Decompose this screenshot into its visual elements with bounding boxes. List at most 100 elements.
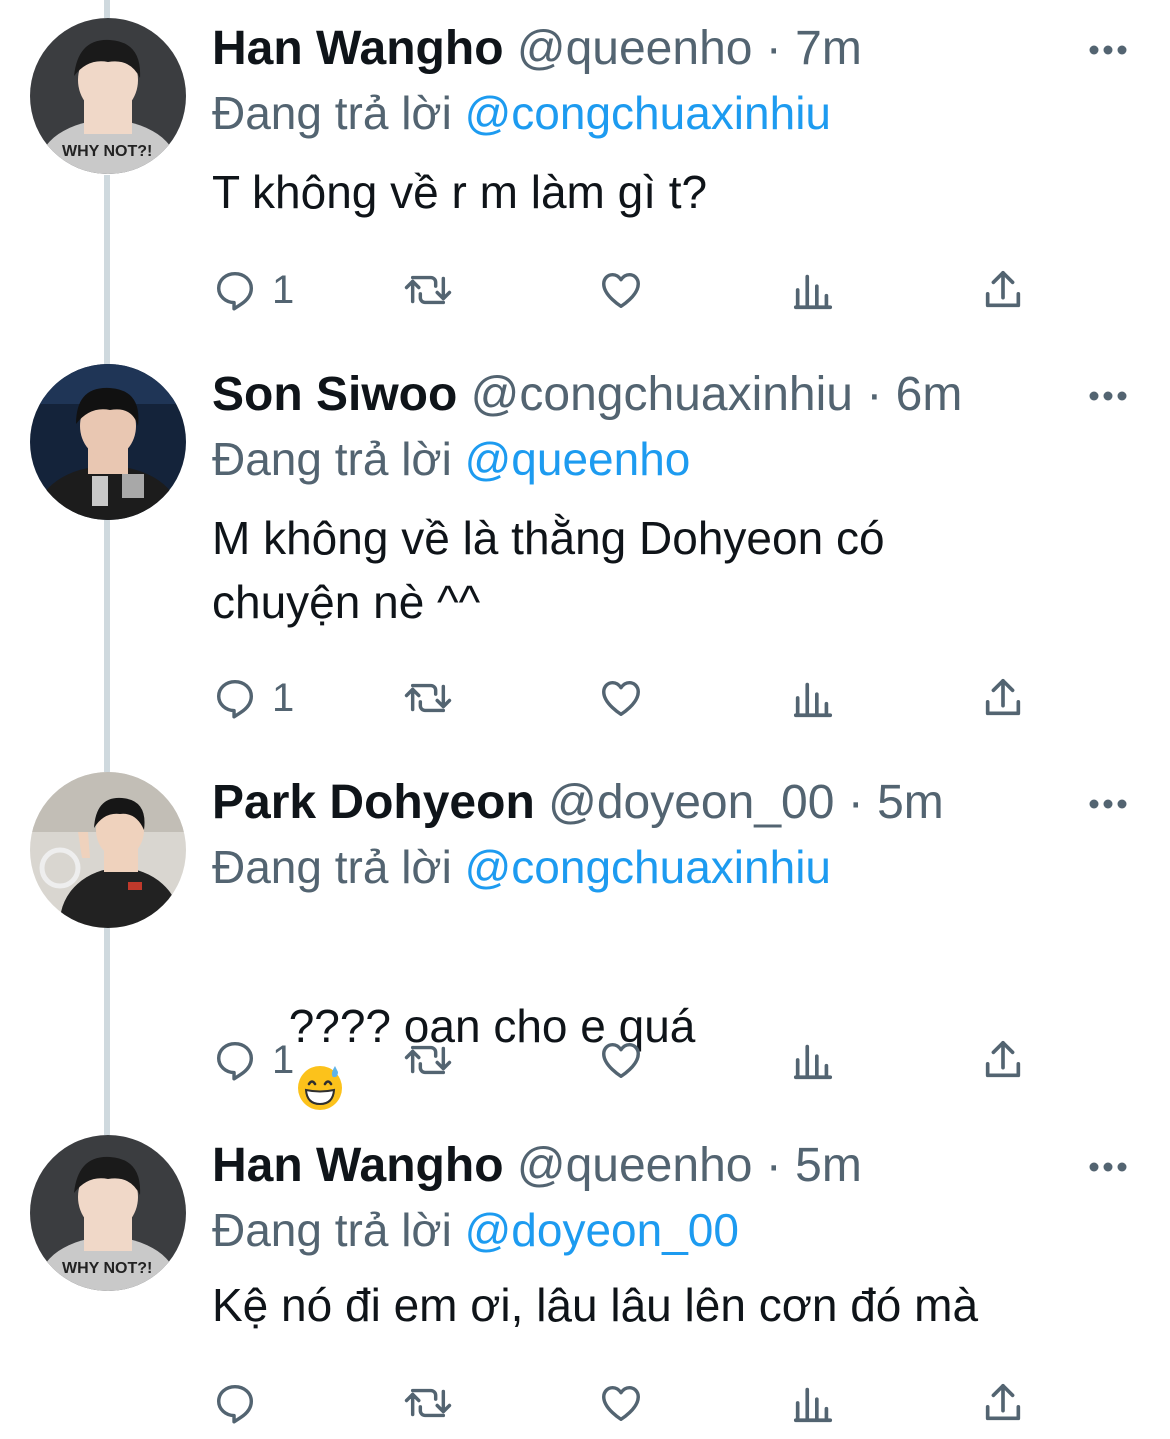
share-icon [985, 270, 1021, 308]
retweet-icon [404, 683, 452, 713]
replying-to: Đang trả lời @congchuaxinhiu [212, 82, 831, 144]
share-icon [985, 1383, 1021, 1421]
like-icon [602, 1042, 640, 1079]
tweet-text: M không về là thằng Dohyeon có chuyện nè… [212, 512, 885, 628]
display-name[interactable]: Son Siwoo [212, 368, 457, 421]
reply-button[interactable]: 1 [212, 1030, 294, 1090]
avatar-photo-icon: WHY NOT?! [30, 1135, 186, 1291]
display-name[interactable]: Han Wangho [212, 22, 504, 75]
username[interactable]: @queenho [517, 22, 753, 75]
tweet-actions [212, 1373, 1112, 1433]
like-icon [602, 680, 640, 717]
tweet-header: Son Siwoo @congchuaxinhiu · 6m [212, 364, 962, 426]
tweet[interactable]: Son Siwoo @congchuaxinhiu · 6m Đang trả … [0, 364, 1170, 754]
retweet-icon [404, 1388, 452, 1418]
views-icon [793, 1044, 833, 1080]
tweet-header: Park Dohyeon @doyeon_00 · 5m [212, 772, 944, 834]
reply-icon [216, 271, 254, 311]
avatar[interactable] [30, 772, 186, 928]
replying-to: Đang trả lời @congchuaxinhiu [212, 836, 831, 898]
reply-icon [216, 1384, 254, 1424]
like-button[interactable] [598, 260, 644, 320]
timestamp[interactable]: 5m [795, 1139, 862, 1192]
tweet[interactable]: Park Dohyeon @doyeon_00 · 5m Đang trả lờ… [0, 772, 1170, 1112]
views-button[interactable] [790, 1030, 836, 1090]
retweet-button[interactable] [402, 1373, 454, 1433]
like-icon [602, 1385, 640, 1422]
retweet-icon [404, 1045, 452, 1075]
tweet-actions: 1 [212, 260, 1112, 320]
avatar-photo-icon: WHY NOT?! [30, 18, 186, 174]
like-button[interactable] [598, 1373, 644, 1433]
timestamp[interactable]: 6m [896, 368, 963, 421]
username[interactable]: @doyeon_00 [548, 776, 834, 829]
display-name[interactable]: Han Wangho [212, 1139, 504, 1192]
avatar-photo-icon [30, 364, 186, 520]
more-icon[interactable] [1086, 36, 1130, 64]
like-button[interactable] [598, 668, 644, 728]
reply-icon [216, 1041, 254, 1081]
replying-to: Đang trả lời @doyeon_00 [212, 1199, 739, 1261]
replying-to-label: Đang trả lời [212, 1204, 452, 1256]
more-icon[interactable] [1086, 382, 1130, 410]
tweet-actions: 1 [212, 668, 1112, 728]
mention-link[interactable]: @congchuaxinhiu [465, 841, 831, 893]
svg-text:WHY NOT?!: WHY NOT?! [62, 143, 152, 160]
tweet-header: Han Wangho @queenho · 7m [212, 18, 862, 80]
like-icon [602, 272, 640, 309]
replying-to-label: Đang trả lời [212, 87, 452, 139]
replying-to-label: Đang trả lời [212, 841, 452, 893]
display-name[interactable]: Park Dohyeon [212, 776, 535, 829]
reply-count: 1 [272, 268, 295, 312]
retweet-button[interactable] [402, 1030, 454, 1090]
mention-link[interactable]: @congchuaxinhiu [465, 87, 831, 139]
views-button[interactable] [790, 668, 836, 728]
reply-icon [216, 679, 254, 719]
share-icon [985, 678, 1021, 716]
thread-connector [104, 0, 110, 18]
avatar[interactable]: WHY NOT?! [30, 18, 186, 174]
reply-count: 1 [272, 676, 295, 720]
mention-link[interactable]: @doyeon_00 [465, 1204, 739, 1256]
share-button[interactable] [980, 1030, 1026, 1090]
mention-link[interactable]: @queenho [465, 433, 691, 485]
timestamp[interactable]: 7m [795, 22, 862, 75]
share-icon [985, 1040, 1021, 1078]
reply-thread: WHY NOT?! Han Wangho @queenho · 7m Đang … [0, 0, 1170, 1439]
reply-button[interactable]: 1 [212, 260, 294, 320]
replying-to: Đang trả lời @queenho [212, 428, 690, 490]
share-button[interactable] [980, 1373, 1026, 1433]
avatar-photo-icon [30, 772, 186, 928]
reply-button[interactable] [212, 1373, 272, 1433]
avatar[interactable] [30, 364, 186, 520]
separator-dot: · [765, 1139, 782, 1192]
retweet-icon [404, 275, 452, 305]
tweet-header: Han Wangho @queenho · 5m [212, 1135, 862, 1197]
more-icon[interactable] [1086, 790, 1130, 818]
timestamp[interactable]: 5m [877, 776, 944, 829]
share-button[interactable] [980, 260, 1026, 320]
views-icon [793, 682, 833, 718]
reply-count: 1 [272, 1038, 295, 1082]
svg-text:WHY NOT?!: WHY NOT?! [62, 1260, 152, 1277]
retweet-button[interactable] [402, 260, 454, 320]
tweet[interactable]: WHY NOT?! Han Wangho @queenho · 5m Đang … [0, 1135, 1170, 1439]
reply-button[interactable]: 1 [212, 668, 294, 728]
username[interactable]: @queenho [517, 1139, 753, 1192]
more-icon[interactable] [1086, 1153, 1130, 1181]
separator-dot: · [847, 776, 864, 829]
separator-dot: · [765, 22, 782, 75]
replying-to-label: Đang trả lời [212, 433, 452, 485]
username[interactable]: @congchuaxinhiu [471, 368, 853, 421]
like-button[interactable] [598, 1030, 644, 1090]
tweet-actions: 1 [212, 1030, 1112, 1090]
share-button[interactable] [980, 668, 1026, 728]
views-icon [793, 274, 833, 310]
retweet-button[interactable] [402, 668, 454, 728]
tweet[interactable]: WHY NOT?! Han Wangho @queenho · 7m Đang … [0, 18, 1170, 348]
avatar[interactable]: WHY NOT?! [30, 1135, 186, 1291]
views-button[interactable] [790, 1373, 836, 1433]
views-button[interactable] [790, 260, 836, 320]
tweet-text: T không về r m làm gì t? [212, 166, 708, 218]
tweet-text: Kệ nó đi em ơi, lâu lâu lên cơn đó mà [212, 1279, 979, 1331]
